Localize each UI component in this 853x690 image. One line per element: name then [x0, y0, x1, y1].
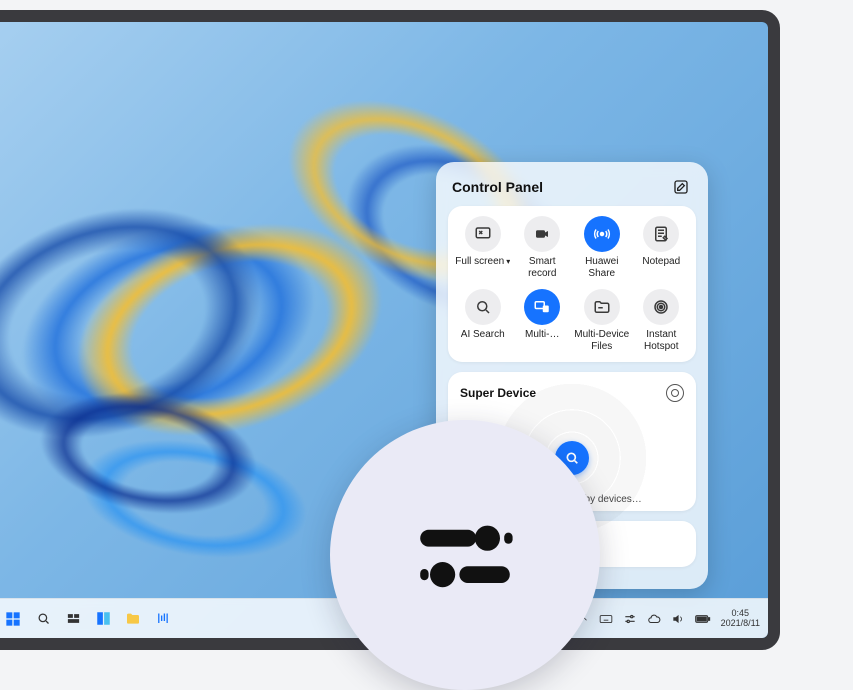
tile-multi-screen[interactable]: Multi-…	[514, 289, 572, 352]
chevron-down-icon: ▾	[506, 257, 510, 266]
tile-label: Full screen▾	[455, 256, 510, 278]
sliders-icon	[395, 485, 535, 625]
tile-label: Multi-…	[525, 329, 559, 351]
folder-icon	[593, 298, 611, 316]
edit-icon	[673, 179, 689, 195]
tile-label: Multi-Device Files	[573, 329, 631, 352]
tile-label: AI Search	[461, 329, 505, 351]
search-icon	[474, 298, 492, 316]
task-view[interactable]	[64, 610, 82, 628]
control-panel-title: Control Panel	[452, 179, 543, 195]
tray-sliders[interactable]	[623, 612, 637, 626]
share-broadcast-icon	[593, 225, 611, 243]
task-view-icon	[66, 611, 81, 626]
volume-icon	[671, 612, 685, 626]
quick-tiles-card: Full screen▾ Smart record Huawei Share N…	[448, 206, 696, 362]
taskbar-app-1[interactable]	[94, 610, 112, 628]
hotspot-icon	[652, 298, 670, 316]
cloud-icon	[647, 612, 661, 626]
taskbar-clock[interactable]: 0:45 2021/8/11	[721, 609, 760, 628]
file-explorer[interactable]	[124, 610, 142, 628]
zoom-bubble	[330, 420, 600, 690]
screenshot-icon	[474, 225, 492, 243]
control-panel-header: Control Panel	[448, 176, 696, 206]
tile-label: Instant Hotspot	[633, 329, 691, 352]
multi-screen-icon	[533, 298, 551, 316]
tile-instant-hotspot[interactable]: Instant Hotspot	[633, 289, 691, 352]
tile-fullscreen[interactable]: Full screen▾	[454, 216, 512, 279]
search-icon	[564, 450, 580, 466]
target-icon[interactable]	[666, 384, 684, 402]
search-icon	[36, 611, 51, 626]
windows-icon	[5, 611, 21, 627]
tile-huawei-share[interactable]: Huawei Share	[573, 216, 631, 279]
tile-label: Smart record	[514, 256, 572, 279]
super-device-title: Super Device	[460, 386, 536, 400]
keyboard-icon	[599, 612, 613, 626]
tile-smart-record[interactable]: Smart record	[514, 216, 572, 279]
tray-battery[interactable]	[695, 613, 711, 625]
battery-icon	[695, 613, 711, 625]
tile-ai-search[interactable]: AI Search	[454, 289, 512, 352]
record-icon	[533, 225, 551, 243]
app-icon	[96, 611, 111, 626]
start-button[interactable]	[4, 610, 22, 628]
tile-label: Notepad	[642, 256, 680, 278]
edit-button[interactable]	[670, 176, 692, 198]
tile-label: Huawei Share	[573, 256, 631, 279]
taskbar-app-2[interactable]: |ıl|	[154, 610, 172, 628]
tile-multi-device-files[interactable]: Multi-Device Files	[573, 289, 631, 352]
tray-keyboard[interactable]	[599, 612, 613, 626]
sliders-icon	[623, 612, 637, 626]
folder-icon	[125, 611, 141, 627]
taskbar-left: |ıl|	[0, 610, 172, 628]
notepad-icon	[652, 225, 670, 243]
quick-tiles-grid: Full screen▾ Smart record Huawei Share N…	[454, 216, 690, 352]
clock-date: 2021/8/11	[721, 619, 760, 628]
tray-cloud[interactable]	[647, 612, 661, 626]
taskbar-right: 0:45 2021/8/11	[579, 609, 760, 628]
taskbar-search[interactable]	[34, 610, 52, 628]
tray-volume[interactable]	[671, 612, 685, 626]
tile-notepad[interactable]: Notepad	[633, 216, 691, 279]
